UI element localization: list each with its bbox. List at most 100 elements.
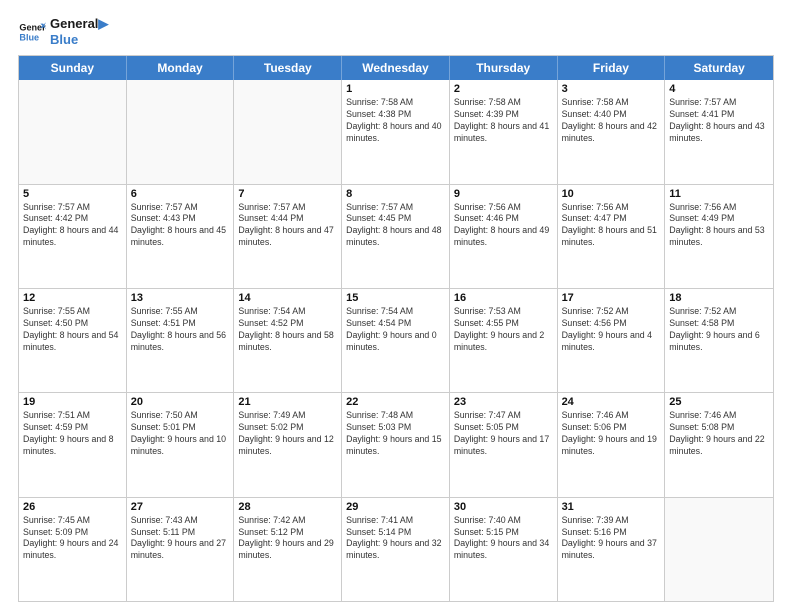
calendar-cell: 22Sunrise: 7:48 AM Sunset: 5:03 PM Dayli… bbox=[342, 393, 450, 496]
day-number: 19 bbox=[23, 396, 122, 408]
cell-info: Sunrise: 7:40 AM Sunset: 5:15 PM Dayligh… bbox=[454, 515, 553, 563]
day-number: 4 bbox=[669, 83, 769, 95]
day-number: 9 bbox=[454, 188, 553, 200]
calendar-cell: 20 Sunrise: 7:50 AM Sunset: 5:01 PM Dayli… bbox=[127, 393, 235, 496]
calendar-week: 26 Sunrise: 7:45 AM Sunset: 5:09 PM Dayli… bbox=[19, 498, 773, 601]
calendar-cell: 12Sunrise: 7:55 AM Sunset: 4:50 PM Dayli… bbox=[19, 289, 127, 392]
calendar: SundayMondayTuesdayWednesdayThursdayFrid… bbox=[18, 55, 774, 602]
calendar-cell: 4 Sunrise: 7:57 AM Sunset: 4:41 PM Daylig… bbox=[665, 80, 773, 183]
day-number: 8 bbox=[346, 188, 445, 200]
day-number: 11 bbox=[669, 188, 769, 200]
weekday-header: Sunday bbox=[19, 56, 127, 80]
weekday-header: Saturday bbox=[665, 56, 773, 80]
cell-info: Sunrise: 7:58 AM Sunset: 4:38 PM Dayligh… bbox=[346, 97, 445, 145]
cell-info: Sunrise: 7:54 AM Sunset: 4:52 PM Dayligh… bbox=[238, 306, 337, 354]
cell-info: Sunrise: 7:47 AM Sunset: 5:05 PM Dayligh… bbox=[454, 410, 553, 458]
calendar-cell: 25 Sunrise: 7:46 AM Sunset: 5:08 PM Dayli… bbox=[665, 393, 773, 496]
day-number: 17 bbox=[562, 292, 661, 304]
day-number: 5 bbox=[23, 188, 122, 200]
calendar-body: 1 Sunrise: 7:58 AM Sunset: 4:38 PM Daylig… bbox=[19, 80, 773, 601]
day-number: 20 bbox=[131, 396, 230, 408]
cell-info: Sunrise: 7:50 AM Sunset: 5:01 PM Dayligh… bbox=[131, 410, 230, 458]
calendar-cell: 17 Sunrise: 7:52 AM Sunset: 4:56 PM Dayli… bbox=[558, 289, 666, 392]
day-number: 15 bbox=[346, 292, 445, 304]
weekday-header: Tuesday bbox=[234, 56, 342, 80]
cell-info: Sunrise: 7:57 AM Sunset: 4:42 PM Dayligh… bbox=[23, 202, 122, 250]
calendar-cell: 14 Sunrise: 7:54 AM Sunset: 4:52 PM Dayli… bbox=[234, 289, 342, 392]
cell-info: Sunrise: 7:51 AM Sunset: 4:59 PM Dayligh… bbox=[23, 410, 122, 458]
day-number: 24 bbox=[562, 396, 661, 408]
cell-info: Sunrise: 7:52 AM Sunset: 4:58 PM Dayligh… bbox=[669, 306, 769, 354]
day-number: 25 bbox=[669, 396, 769, 408]
calendar-cell: 31Sunrise: 7:39 AM Sunset: 5:16 PM Dayli… bbox=[558, 498, 666, 601]
day-number: 18 bbox=[669, 292, 769, 304]
calendar-header: SundayMondayTuesdayWednesdayThursdayFrid… bbox=[19, 56, 773, 80]
day-number: 2 bbox=[454, 83, 553, 95]
svg-text:Blue: Blue bbox=[19, 32, 39, 42]
cell-info: Sunrise: 7:52 AM Sunset: 4:56 PM Dayligh… bbox=[562, 306, 661, 354]
cell-info: Sunrise: 7:42 AM Sunset: 5:12 PM Dayligh… bbox=[238, 515, 337, 563]
calendar-cell: 11 Sunrise: 7:56 AM Sunset: 4:49 PM Dayli… bbox=[665, 185, 773, 288]
calendar-cell: 2 Sunrise: 7:58 AM Sunset: 4:39 PM Daylig… bbox=[450, 80, 558, 183]
calendar-cell: 26 Sunrise: 7:45 AM Sunset: 5:09 PM Dayli… bbox=[19, 498, 127, 601]
calendar-cell: 6 Sunrise: 7:57 AM Sunset: 4:43 PM Daylig… bbox=[127, 185, 235, 288]
calendar-cell: 18 Sunrise: 7:52 AM Sunset: 4:58 PM Dayli… bbox=[665, 289, 773, 392]
calendar-cell: 28Sunrise: 7:42 AM Sunset: 5:12 PM Dayli… bbox=[234, 498, 342, 601]
cell-info: Sunrise: 7:57 AM Sunset: 4:45 PM Dayligh… bbox=[346, 202, 445, 250]
weekday-header: Thursday bbox=[450, 56, 558, 80]
calendar-cell: 5 Sunrise: 7:57 AM Sunset: 4:42 PM Daylig… bbox=[19, 185, 127, 288]
day-number: 26 bbox=[23, 501, 122, 513]
calendar-cell: 21 Sunrise: 7:49 AM Sunset: 5:02 PM Dayli… bbox=[234, 393, 342, 496]
day-number: 30 bbox=[454, 501, 553, 513]
cell-info: Sunrise: 7:57 AM Sunset: 4:43 PM Dayligh… bbox=[131, 202, 230, 250]
logo-icon: General Blue bbox=[18, 18, 46, 46]
calendar-week: 5 Sunrise: 7:57 AM Sunset: 4:42 PM Daylig… bbox=[19, 185, 773, 289]
cell-info: Sunrise: 7:56 AM Sunset: 4:49 PM Dayligh… bbox=[669, 202, 769, 250]
cell-info: Sunrise: 7:45 AM Sunset: 5:09 PM Dayligh… bbox=[23, 515, 122, 563]
calendar-cell: 30 Sunrise: 7:40 AM Sunset: 5:15 PM Dayli… bbox=[450, 498, 558, 601]
cell-info: Sunrise: 7:55 AM Sunset: 4:51 PM Dayligh… bbox=[131, 306, 230, 354]
cell-info: Sunrise: 7:41 AM Sunset: 5:14 PM Dayligh… bbox=[346, 515, 445, 563]
day-number: 16 bbox=[454, 292, 553, 304]
calendar-cell: 8 Sunrise: 7:57 AM Sunset: 4:45 PM Daylig… bbox=[342, 185, 450, 288]
calendar-week: 1 Sunrise: 7:58 AM Sunset: 4:38 PM Daylig… bbox=[19, 80, 773, 184]
calendar-cell bbox=[127, 80, 235, 183]
day-number: 13 bbox=[131, 292, 230, 304]
day-number: 22 bbox=[346, 396, 445, 408]
day-number: 29 bbox=[346, 501, 445, 513]
calendar-cell bbox=[19, 80, 127, 183]
calendar-cell: 16Sunrise: 7:53 AM Sunset: 4:55 PM Dayli… bbox=[450, 289, 558, 392]
calendar-cell: 7Sunrise: 7:57 AM Sunset: 4:44 PM Daylig… bbox=[234, 185, 342, 288]
cell-info: Sunrise: 7:46 AM Sunset: 5:08 PM Dayligh… bbox=[669, 410, 769, 458]
logo: General Blue General▶ Blue bbox=[18, 16, 108, 47]
calendar-cell: 10Sunrise: 7:56 AM Sunset: 4:47 PM Dayli… bbox=[558, 185, 666, 288]
cell-info: Sunrise: 7:57 AM Sunset: 4:41 PM Dayligh… bbox=[669, 97, 769, 145]
calendar-cell: 24Sunrise: 7:46 AM Sunset: 5:06 PM Dayli… bbox=[558, 393, 666, 496]
cell-info: Sunrise: 7:57 AM Sunset: 4:44 PM Dayligh… bbox=[238, 202, 337, 250]
calendar-cell: 15Sunrise: 7:54 AM Sunset: 4:54 PM Dayli… bbox=[342, 289, 450, 392]
calendar-week: 19 Sunrise: 7:51 AM Sunset: 4:59 PM Dayli… bbox=[19, 393, 773, 497]
day-number: 14 bbox=[238, 292, 337, 304]
cell-info: Sunrise: 7:43 AM Sunset: 5:11 PM Dayligh… bbox=[131, 515, 230, 563]
weekday-header: Wednesday bbox=[342, 56, 450, 80]
day-number: 3 bbox=[562, 83, 661, 95]
calendar-cell: 1 Sunrise: 7:58 AM Sunset: 4:38 PM Daylig… bbox=[342, 80, 450, 183]
weekday-header: Monday bbox=[127, 56, 235, 80]
day-number: 21 bbox=[238, 396, 337, 408]
day-number: 1 bbox=[346, 83, 445, 95]
calendar-week: 12Sunrise: 7:55 AM Sunset: 4:50 PM Dayli… bbox=[19, 289, 773, 393]
cell-info: Sunrise: 7:55 AM Sunset: 4:50 PM Dayligh… bbox=[23, 306, 122, 354]
cell-info: Sunrise: 7:58 AM Sunset: 4:39 PM Dayligh… bbox=[454, 97, 553, 145]
calendar-cell: 29 Sunrise: 7:41 AM Sunset: 5:14 PM Dayli… bbox=[342, 498, 450, 601]
cell-info: Sunrise: 7:49 AM Sunset: 5:02 PM Dayligh… bbox=[238, 410, 337, 458]
cell-info: Sunrise: 7:58 AM Sunset: 4:40 PM Dayligh… bbox=[562, 97, 661, 145]
day-number: 6 bbox=[131, 188, 230, 200]
weekday-header: Friday bbox=[558, 56, 666, 80]
day-number: 23 bbox=[454, 396, 553, 408]
calendar-cell: 23 Sunrise: 7:47 AM Sunset: 5:05 PM Dayli… bbox=[450, 393, 558, 496]
calendar-cell bbox=[665, 498, 773, 601]
day-number: 31 bbox=[562, 501, 661, 513]
calendar-cell: 9Sunrise: 7:56 AM Sunset: 4:46 PM Daylig… bbox=[450, 185, 558, 288]
logo-general: General▶ bbox=[50, 16, 108, 32]
calendar-cell: 27Sunrise: 7:43 AM Sunset: 5:11 PM Dayli… bbox=[127, 498, 235, 601]
